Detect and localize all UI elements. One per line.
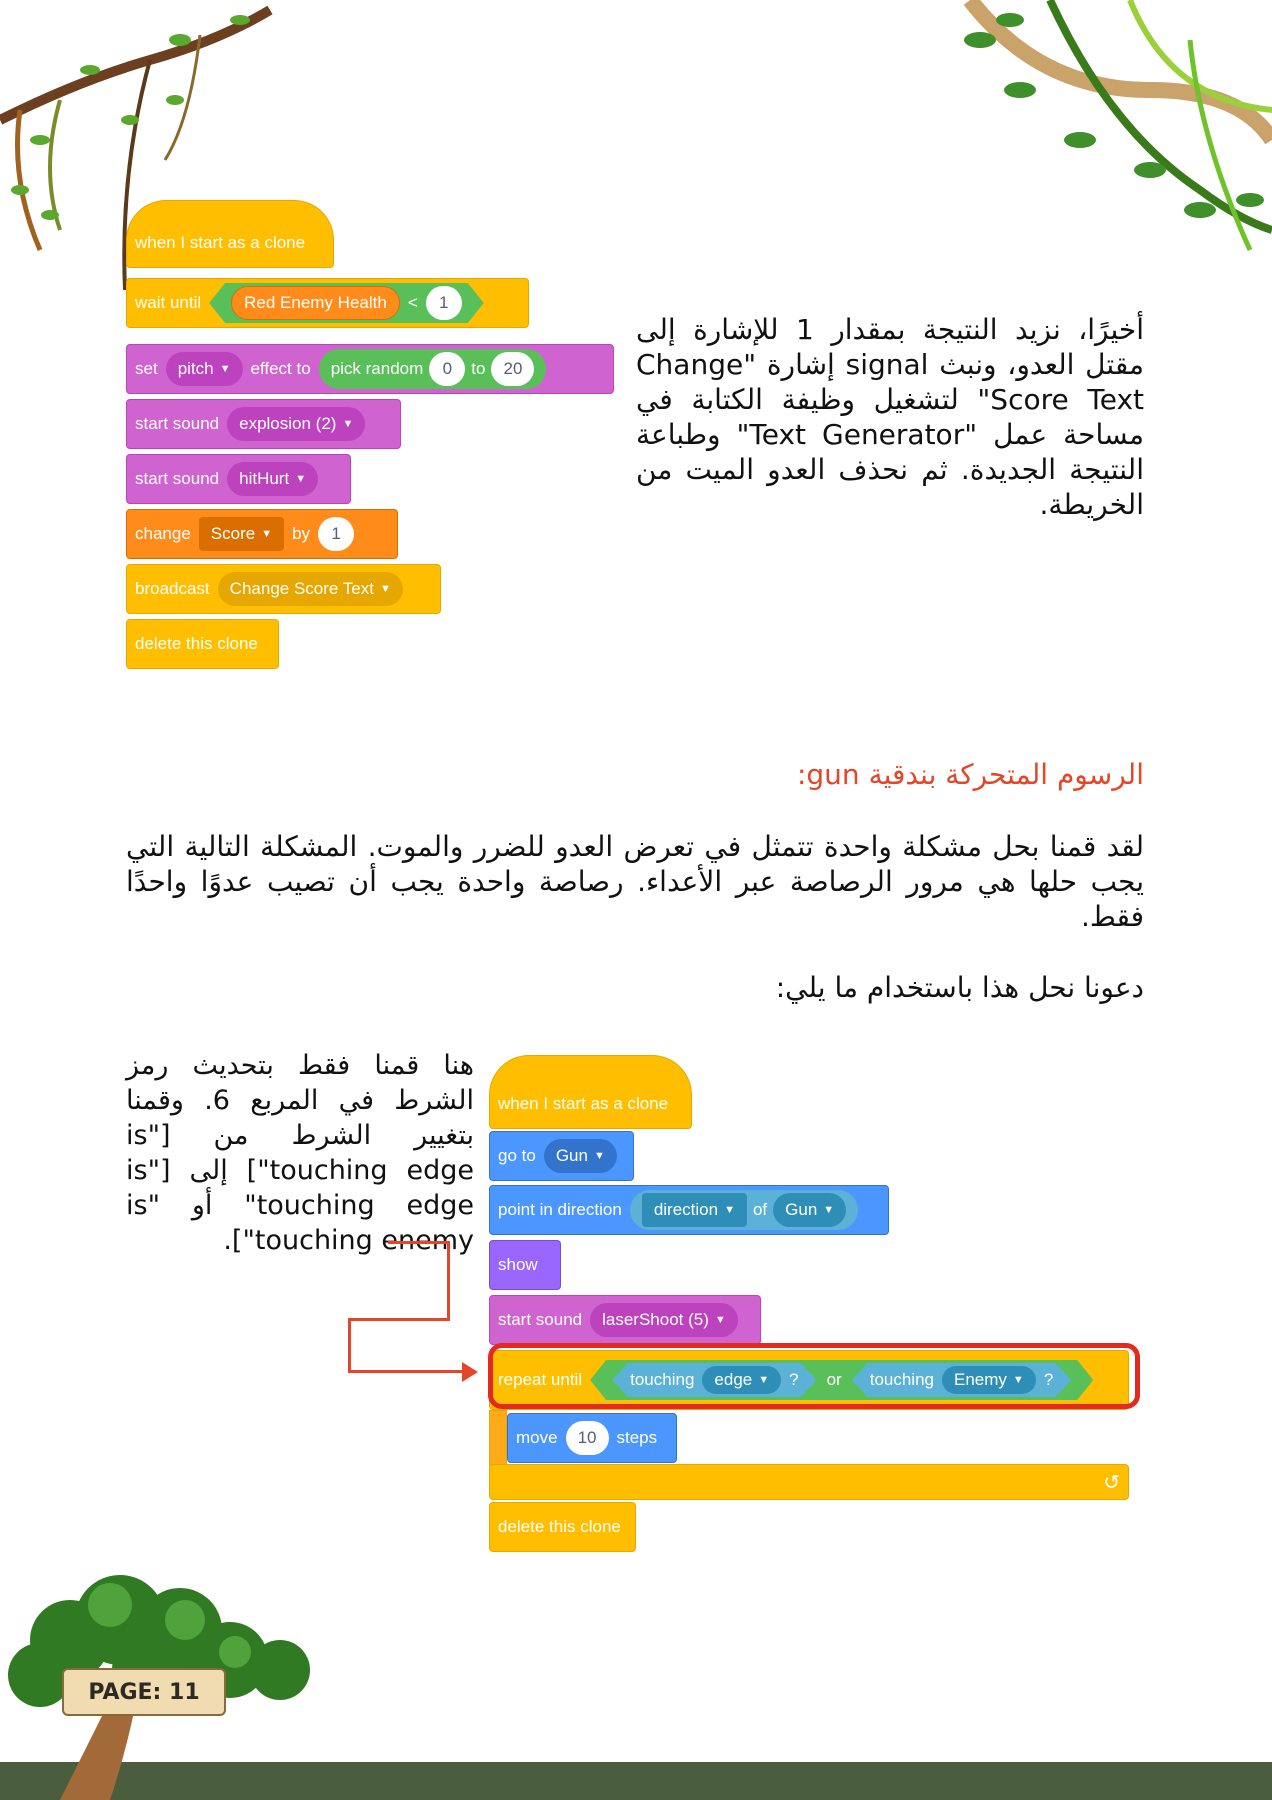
block-label: delete this clone	[135, 634, 258, 653]
vine-decoration-top-right	[963, 0, 1272, 252]
annotation-arrow-segment	[348, 1318, 351, 1373]
less-than-operator[interactable]: Red Enemy Health < 1	[209, 283, 484, 323]
block-label: set	[135, 359, 158, 378]
paragraph-condition-update: هنا قمنا فقط بتحديث رمز الشرط في المربع …	[126, 1050, 474, 1256]
arrowhead-icon	[462, 1362, 478, 1382]
dropdown-value: explosion (2)	[239, 414, 337, 433]
paragraph-bullet-problem: لقد قمنا بحل مشكلة واحدة تتمثل في تعرض ا…	[126, 830, 1144, 933]
dropdown-value: pitch	[177, 359, 214, 378]
point-in-direction-block[interactable]: point in direction direction ▼ of Gun ▼	[489, 1185, 889, 1235]
sensing-of-reporter[interactable]: direction ▼ of Gun ▼	[629, 1190, 859, 1230]
number-input[interactable]: 0	[429, 352, 466, 386]
hat-block-when-clone[interactable]: when I start as a clone	[126, 200, 334, 268]
number-input[interactable]: 1	[426, 286, 462, 320]
effect-dropdown[interactable]: pitch ▼	[165, 352, 243, 386]
chevron-down-icon: ▼	[379, 583, 391, 595]
block-label: point in direction	[498, 1200, 622, 1219]
block-label: effect to	[250, 359, 311, 378]
block-label: show	[498, 1255, 538, 1274]
chevron-down-icon: ▼	[219, 363, 231, 375]
dropdown-value: Gun	[555, 1146, 588, 1165]
block-label: when I start as a clone	[135, 233, 306, 252]
property-dropdown[interactable]: direction ▼	[641, 1193, 747, 1227]
dropdown-value: laserShoot (5)	[602, 1310, 709, 1329]
sound-dropdown[interactable]: laserShoot (5) ▼	[590, 1303, 738, 1337]
block-label: move	[516, 1428, 558, 1447]
number-input[interactable]: 20	[491, 352, 535, 386]
block-label: start sound	[135, 469, 220, 488]
block-label: wait until	[135, 293, 202, 312]
sound-dropdown[interactable]: hitHurt ▼	[227, 462, 319, 496]
dropdown-value: Change Score Text	[229, 579, 374, 598]
block-label: of	[752, 1200, 768, 1219]
chevron-down-icon: ▼	[261, 528, 273, 540]
move-steps-block[interactable]: move 10 steps	[507, 1413, 677, 1463]
start-sound-block[interactable]: start sound explosion (2) ▼	[126, 399, 401, 449]
block-label: pick random	[330, 359, 424, 378]
annotation-arrow-segment	[348, 1370, 468, 1373]
chevron-down-icon: ▼	[593, 1150, 605, 1162]
page-label-scroll: PAGE: 11	[62, 1668, 226, 1716]
block-label: to	[471, 359, 486, 378]
go-to-block[interactable]: go to Gun ▼	[489, 1131, 634, 1181]
paragraph-lets-solve: دعونا نحل هذا باستخدام ما يلي:	[775, 971, 1144, 1004]
annotation-arrow-segment	[447, 1241, 450, 1321]
page-number: PAGE: 11	[88, 1679, 200, 1705]
block-label: broadcast	[135, 579, 210, 598]
section-heading: الرسوم المتحركة بندقية gun:	[796, 758, 1144, 791]
highlight-box	[488, 1343, 1140, 1409]
block-label: start sound	[498, 1310, 583, 1329]
dropdown-value: Score	[210, 524, 256, 543]
pick-random-operator[interactable]: pick random 0 to 20	[318, 349, 547, 389]
repeat-until-footer: ↺	[489, 1464, 1129, 1500]
hat-block-when-clone[interactable]: when I start as a clone	[489, 1055, 692, 1129]
number-input[interactable]: 10	[565, 1421, 609, 1455]
block-label: by	[292, 524, 311, 543]
chevron-down-icon: ▼	[724, 1204, 735, 1216]
sprite-dropdown[interactable]: Gun ▼	[773, 1193, 847, 1227]
variable-reporter[interactable]: Red Enemy Health	[231, 286, 400, 320]
number-input[interactable]: 1	[318, 517, 355, 551]
set-effect-block[interactable]: set pitch ▼ effect to pick random 0 to 20	[126, 344, 614, 394]
message-dropdown[interactable]: Change Score Text ▼	[217, 572, 403, 606]
block-label: steps	[616, 1428, 658, 1447]
block-label: delete this clone	[498, 1517, 621, 1536]
start-sound-block[interactable]: start sound laserShoot (5) ▼	[489, 1295, 761, 1345]
change-variable-block[interactable]: change Score ▼ by 1	[126, 509, 398, 559]
repeat-c-arm	[489, 1410, 507, 1466]
broadcast-block[interactable]: broadcast Change Score Text ▼	[126, 564, 441, 614]
paragraph-score-explanation: أخيرًا، نزيد النتيجة بمقدار 1 للإشارة إل…	[636, 313, 1144, 521]
target-dropdown[interactable]: Gun ▼	[543, 1139, 617, 1173]
dropdown-value: direction	[653, 1200, 719, 1219]
wait-until-block[interactable]: wait until Red Enemy Health < 1	[126, 278, 529, 328]
block-label: start sound	[135, 414, 220, 433]
block-label: change	[135, 524, 191, 543]
annotation-arrow-segment	[388, 1241, 450, 1244]
chevron-down-icon: ▼	[342, 418, 354, 430]
variable-dropdown[interactable]: Score ▼	[198, 517, 285, 551]
dropdown-value: Gun	[785, 1200, 818, 1219]
operator-symbol: <	[407, 293, 418, 312]
show-block[interactable]: show	[489, 1240, 561, 1290]
chevron-down-icon: ▼	[295, 473, 307, 485]
dropdown-value: hitHurt	[239, 469, 290, 488]
chevron-down-icon: ▼	[714, 1314, 726, 1326]
sound-dropdown[interactable]: explosion (2) ▼	[227, 407, 366, 441]
delete-clone-block[interactable]: delete this clone	[126, 619, 279, 669]
start-sound-block[interactable]: start sound hitHurt ▼	[126, 454, 351, 504]
loop-arrow-icon: ↺	[1103, 1471, 1120, 1494]
annotation-arrow-segment	[348, 1318, 450, 1321]
chevron-down-icon: ▼	[823, 1204, 835, 1216]
block-label: when I start as a clone	[498, 1094, 669, 1113]
block-label: go to	[498, 1146, 536, 1165]
delete-clone-block[interactable]: delete this clone	[489, 1502, 636, 1552]
